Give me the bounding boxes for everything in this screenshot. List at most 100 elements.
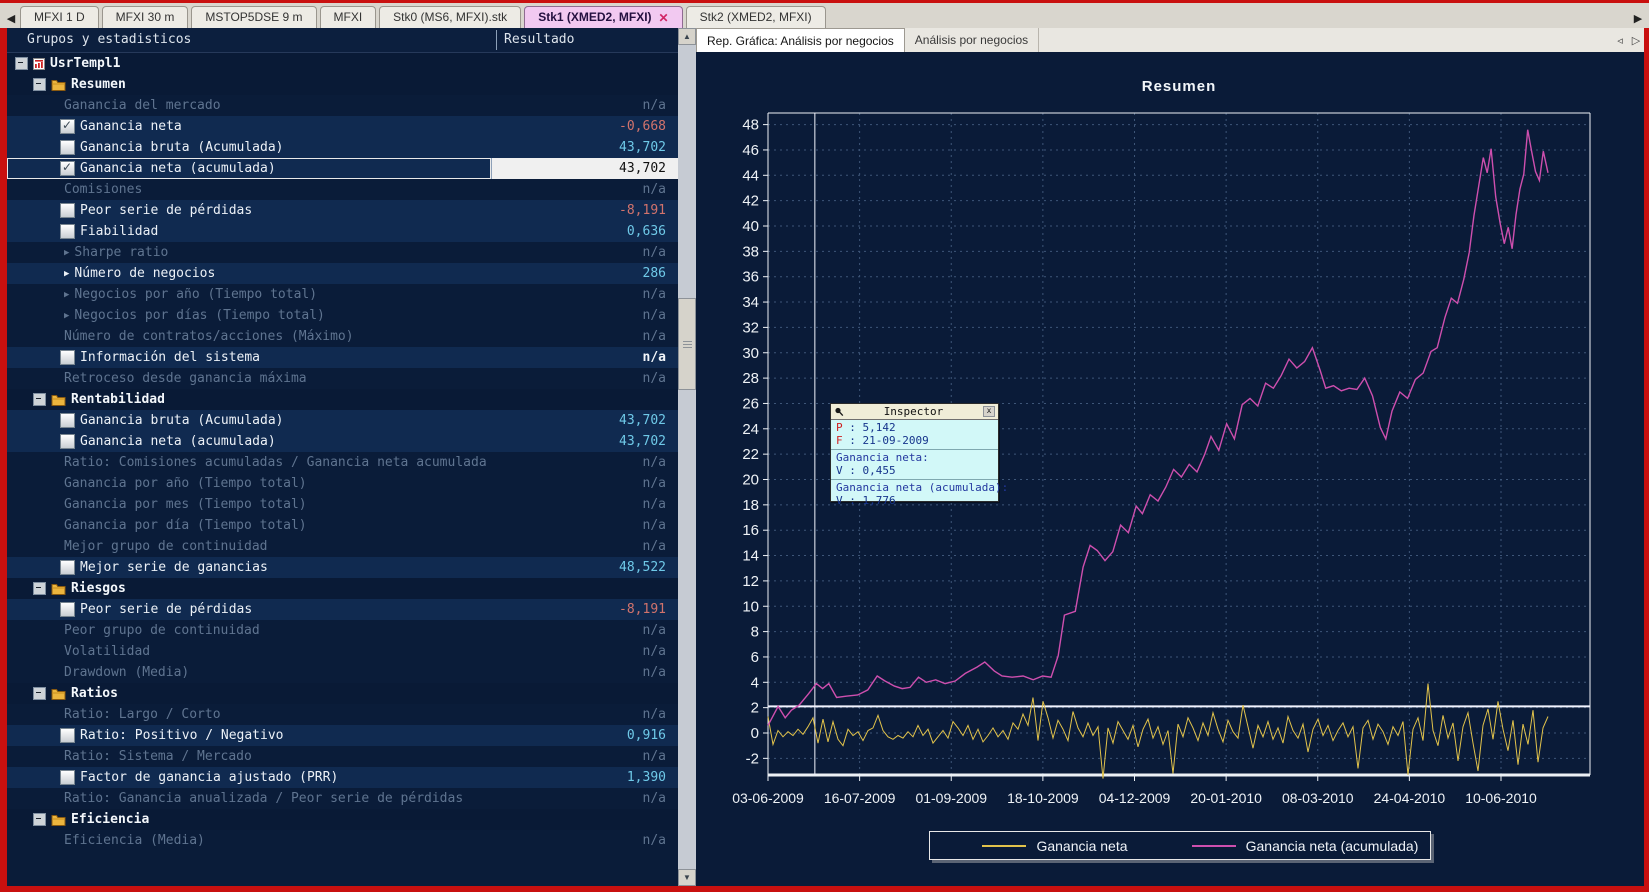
- table-row[interactable]: Fiabilidad0,636: [7, 221, 678, 242]
- row-label-cell[interactable]: Peor grupo de continuidad: [7, 620, 491, 641]
- row-label-cell[interactable]: Peor serie de pérdidas: [7, 599, 491, 620]
- collapse-icon[interactable]: [33, 78, 46, 91]
- table-row[interactable]: ▶Sharpe ration/a: [7, 242, 678, 263]
- row-label-cell[interactable]: Ratio: Comisiones acumuladas / Ganancia …: [7, 452, 491, 473]
- row-label-cell[interactable]: Rentabilidad: [7, 389, 491, 410]
- row-checkbox[interactable]: [60, 224, 75, 239]
- table-row[interactable]: Resumen: [7, 74, 678, 95]
- row-label-cell[interactable]: Peor serie de pérdidas: [7, 200, 491, 221]
- expand-arrow-icon[interactable]: ▶: [64, 269, 69, 279]
- row-label-cell[interactable]: Eficiencia (Media): [7, 830, 491, 851]
- row-label-cell[interactable]: Número de contratos/acciones (Máximo): [7, 326, 491, 347]
- table-row[interactable]: ▶Negocios por días (Tiempo total)n/a: [7, 305, 678, 326]
- table-row[interactable]: Retroceso desde ganancia máximan/a: [7, 368, 678, 389]
- table-row[interactable]: Peor serie de pérdidas-8,191: [7, 599, 678, 620]
- row-label-cell[interactable]: Ganancia neta (acumulada): [7, 158, 491, 179]
- document-tab-3[interactable]: MFXI: [320, 6, 377, 28]
- tab-scroll-right-icon[interactable]: ▶: [1629, 8, 1647, 28]
- row-checkbox[interactable]: [60, 413, 75, 428]
- row-checkbox[interactable]: [60, 140, 75, 155]
- row-label-cell[interactable]: Ganancia neta (acumulada): [7, 431, 491, 452]
- table-row[interactable]: Ganancia bruta (Acumulada)43,702: [7, 410, 678, 431]
- row-checkbox[interactable]: [60, 161, 75, 176]
- row-checkbox[interactable]: [60, 119, 75, 134]
- collapse-icon[interactable]: [15, 57, 28, 70]
- scroll-up-icon[interactable]: ▲: [678, 28, 696, 45]
- table-row[interactable]: Volatilidadn/a: [7, 641, 678, 662]
- table-row[interactable]: Ratio: Largo / Corton/a: [7, 704, 678, 725]
- table-row[interactable]: Ratio: Ganancia anualizada / Peor serie …: [7, 788, 678, 809]
- table-row[interactable]: Ratio: Comisiones acumuladas / Ganancia …: [7, 452, 678, 473]
- table-row[interactable]: Eficiencia: [7, 809, 678, 830]
- collapse-icon[interactable]: [33, 582, 46, 595]
- row-checkbox[interactable]: [60, 434, 75, 449]
- row-label-cell[interactable]: ▶Número de negocios: [7, 263, 491, 284]
- table-row[interactable]: Ganancia por mes (Tiempo total)n/a: [7, 494, 678, 515]
- row-label-cell[interactable]: Volatilidad: [7, 641, 491, 662]
- row-label-cell[interactable]: Riesgos: [7, 578, 491, 599]
- expand-arrow-icon[interactable]: ▶: [64, 311, 69, 321]
- row-label-cell[interactable]: Factor de ganancia ajustado (PRR): [7, 767, 491, 788]
- row-label-cell[interactable]: Ganancia neta: [7, 116, 491, 137]
- table-row[interactable]: Ganancia neta-0,668: [7, 116, 678, 137]
- table-row[interactable]: Ganancia por día (Tiempo total)n/a: [7, 515, 678, 536]
- inspector-panel[interactable]: Inspector x P : 5,142 F : 21-09-2009 Gan…: [830, 403, 999, 502]
- table-row[interactable]: Ganancia neta (acumulada)43,702: [7, 431, 678, 452]
- tab-scroll-left-icon[interactable]: ◀: [2, 8, 20, 28]
- tab-close-icon[interactable]: ✕: [659, 12, 669, 24]
- row-checkbox[interactable]: [60, 203, 75, 218]
- row-label-cell[interactable]: Ganancia por mes (Tiempo total): [7, 494, 491, 515]
- document-tab-6[interactable]: Stk2 (XMED2, MFXI): [686, 6, 826, 28]
- row-label-cell[interactable]: Resumen: [7, 74, 491, 95]
- table-row[interactable]: Mejor grupo de continuidadn/a: [7, 536, 678, 557]
- row-label-cell[interactable]: Información del sistema: [7, 347, 491, 368]
- table-row[interactable]: Ganancia bruta (Acumulada)43,702: [7, 137, 678, 158]
- table-row[interactable]: Ganancia neta (acumulada)43,702: [7, 158, 678, 179]
- row-label-cell[interactable]: Ganancia bruta (Acumulada): [7, 137, 491, 158]
- row-label-cell[interactable]: Drawdown (Media): [7, 662, 491, 683]
- row-label-cell[interactable]: UsrTempl1: [7, 53, 491, 74]
- table-row[interactable]: UsrTempl1: [7, 53, 678, 74]
- row-label-cell[interactable]: Ratio: Positivo / Negativo: [7, 725, 491, 746]
- row-label-cell[interactable]: Ratio: Ganancia anualizada / Peor serie …: [7, 788, 491, 809]
- row-checkbox[interactable]: [60, 602, 75, 617]
- row-label-cell[interactable]: Mejor grupo de continuidad: [7, 536, 491, 557]
- tree-scrollbar[interactable]: ▲ ▼: [678, 28, 696, 886]
- row-label-cell[interactable]: Ratio: Largo / Corto: [7, 704, 491, 725]
- row-label-cell[interactable]: Ganancia bruta (Acumulada): [7, 410, 491, 431]
- table-row[interactable]: Información del sisteman/a: [7, 347, 678, 368]
- row-checkbox[interactable]: [60, 728, 75, 743]
- report-scroll-right-icon[interactable]: ▷: [1628, 28, 1644, 52]
- row-label-cell[interactable]: Comisiones: [7, 179, 491, 200]
- table-row[interactable]: Rentabilidad: [7, 389, 678, 410]
- table-row[interactable]: ▶Número de negocios286: [7, 263, 678, 284]
- document-tab-5[interactable]: Stk1 (XMED2, MFXI)✕: [524, 6, 682, 28]
- row-label-cell[interactable]: Fiabilidad: [7, 221, 491, 242]
- report-scroll-left-icon[interactable]: ◃: [1612, 28, 1628, 52]
- document-tab-0[interactable]: MFXI 1 D: [20, 6, 99, 28]
- row-label-cell[interactable]: ▶Sharpe ratio: [7, 242, 491, 263]
- row-checkbox[interactable]: [60, 560, 75, 575]
- row-checkbox[interactable]: [60, 770, 75, 785]
- scrollbar-thumb[interactable]: [678, 298, 696, 390]
- table-row[interactable]: Mejor serie de ganancias48,522: [7, 557, 678, 578]
- row-label-cell[interactable]: Retroceso desde ganancia máxima: [7, 368, 491, 389]
- row-label-cell[interactable]: ▶Negocios por días (Tiempo total): [7, 305, 491, 326]
- row-label-cell[interactable]: Mejor serie de ganancias: [7, 557, 491, 578]
- pin-icon[interactable]: [834, 407, 844, 417]
- table-row[interactable]: Ganancia del mercadon/a: [7, 95, 678, 116]
- table-row[interactable]: Comisionesn/a: [7, 179, 678, 200]
- table-row[interactable]: Eficiencia (Media)n/a: [7, 830, 678, 851]
- document-tab-1[interactable]: MFXI 30 m: [102, 6, 189, 28]
- row-checkbox[interactable]: [60, 350, 75, 365]
- table-row[interactable]: ▶Negocios por año (Tiempo total)n/a: [7, 284, 678, 305]
- column-divider[interactable]: [496, 30, 497, 50]
- table-row[interactable]: Riesgos: [7, 578, 678, 599]
- report-tab-1[interactable]: Análisis por negocios: [905, 28, 1039, 52]
- chart-area[interactable]: -202468101214161820222426283032343638404…: [696, 52, 1644, 886]
- scroll-down-icon[interactable]: ▼: [678, 869, 696, 886]
- row-label-cell[interactable]: Eficiencia: [7, 809, 491, 830]
- table-row[interactable]: Número de contratos/acciones (Máximo)n/a: [7, 326, 678, 347]
- document-tab-2[interactable]: MSTOP5DSE 9 m: [191, 6, 316, 28]
- row-label-cell[interactable]: Ratios: [7, 683, 491, 704]
